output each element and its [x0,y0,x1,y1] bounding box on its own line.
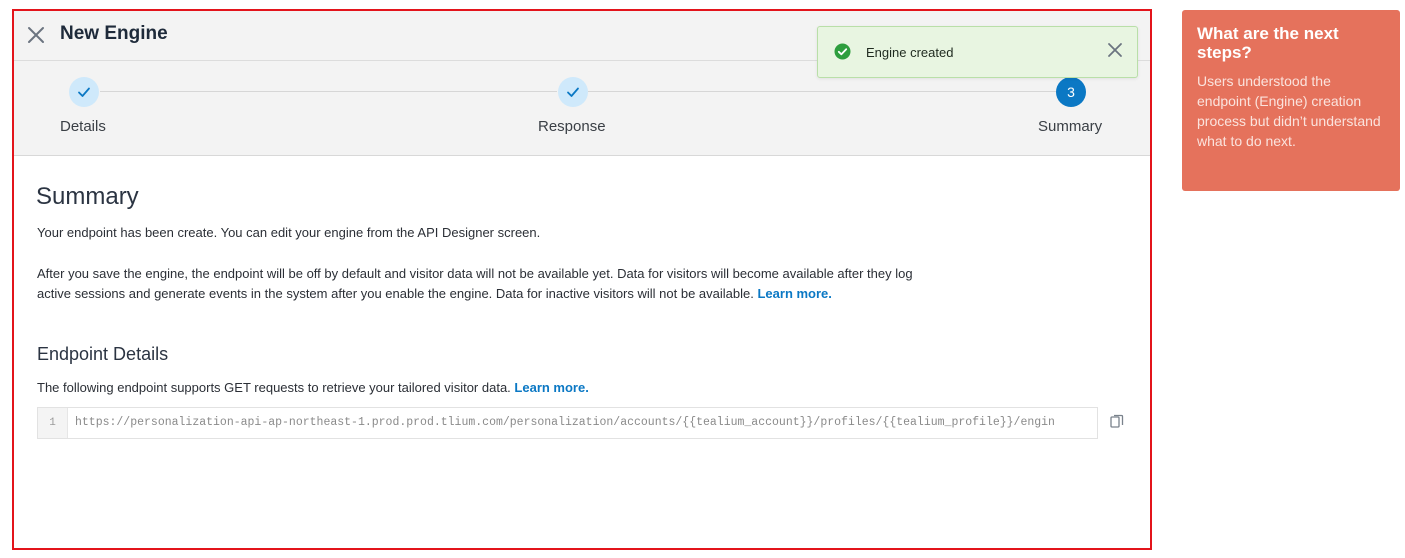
step-connector [100,91,557,92]
endpoint-url[interactable]: https://personalization-api-ap-northeast… [75,416,1097,429]
step-summary-indicator[interactable]: 3 [1056,77,1086,107]
availability-paragraph: After you save the engine, the endpoint … [37,264,937,304]
copy-icon[interactable] [1110,414,1124,430]
line-number: 1 [38,408,68,438]
step-details-label: Details [60,118,106,135]
endpoint-learn-more-link[interactable]: Learn more. [514,380,588,395]
annotation-body: Users understood the endpoint (Engine) c… [1197,73,1381,149]
toast-message: Engine created [866,45,954,60]
summary-intro: Your endpoint has been create. You can e… [37,225,541,240]
endpoint-details-heading: Endpoint Details [37,344,169,364]
step-summary-number: 3 [1067,84,1075,100]
step-response-indicator[interactable] [558,77,588,107]
endpoint-description-text: The following endpoint supports GET requ… [37,380,511,395]
summary-heading: Summary [36,183,139,210]
check-icon [567,87,579,97]
step-details-indicator[interactable] [69,77,99,107]
dialog-title: New Engine [60,23,168,44]
check-circle-icon [834,43,851,60]
step-response-label: Response [538,118,606,135]
engine-dialog: New Engine Details Response 3 Summary En… [12,9,1152,550]
close-icon[interactable] [1106,41,1124,59]
step-connector [588,91,1058,92]
annotation-note: What are the next steps? Users understoo… [1182,10,1400,191]
close-icon[interactable] [26,25,46,45]
endpoint-description: The following endpoint supports GET requ… [37,380,589,395]
check-icon [78,87,90,97]
step-summary-label: Summary [1038,118,1103,135]
learn-more-link[interactable]: Learn more. [757,286,831,301]
success-toast: Engine created [817,26,1138,78]
endpoint-code-block[interactable]: 1 https://personalization-api-ap-northea… [37,407,1098,439]
annotation-title: What are the next steps? [1197,24,1339,62]
